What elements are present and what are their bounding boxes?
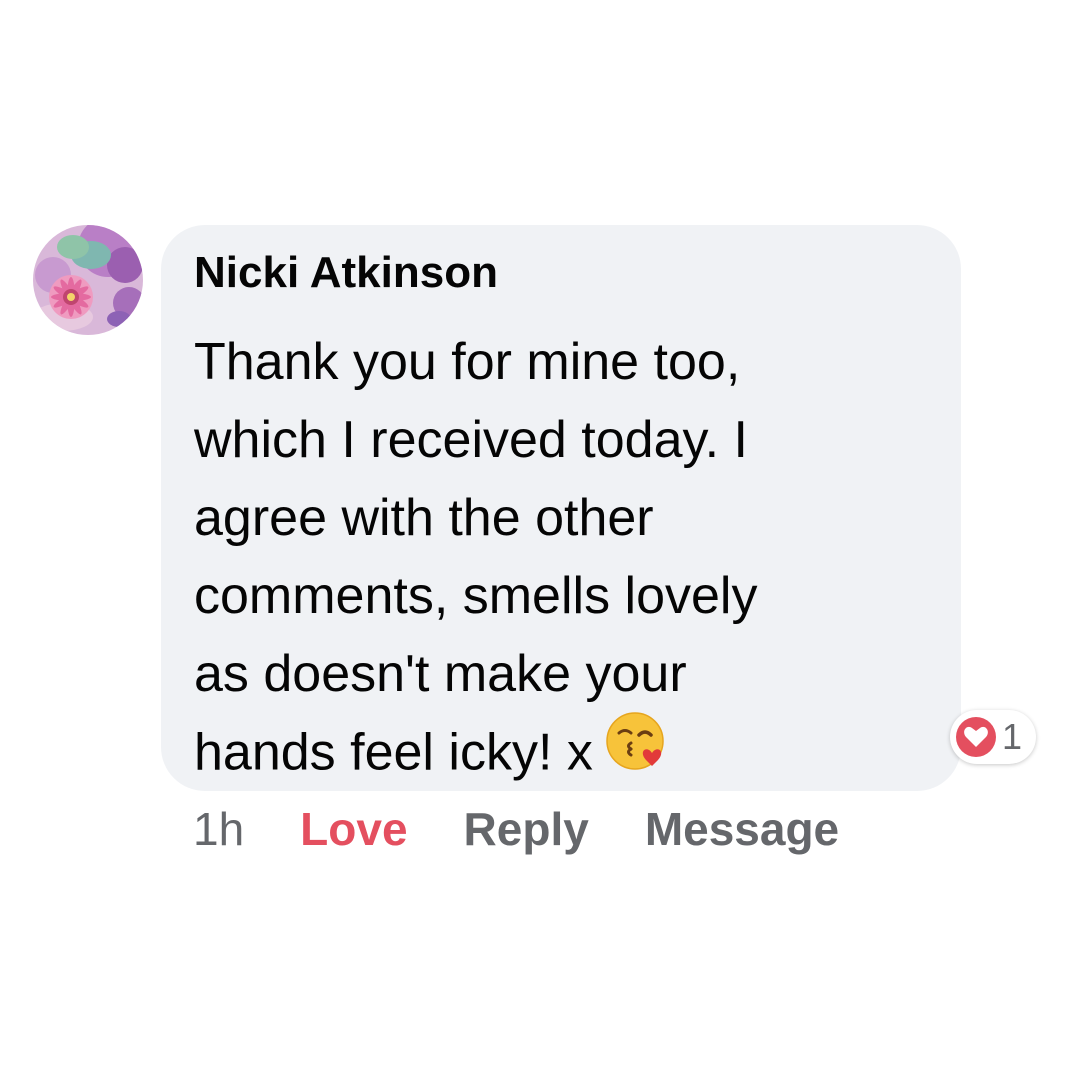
love-button[interactable]: Love bbox=[300, 806, 407, 852]
comment-view: Nicki Atkinson Thank you for mine too, w… bbox=[0, 0, 1080, 1080]
comment-body: Thank you for mine too, which I received… bbox=[194, 323, 924, 791]
comment-author[interactable]: Nicki Atkinson bbox=[194, 251, 498, 295]
reaction-count: 1 bbox=[1002, 716, 1023, 757]
comment-actions: 1h Love Reply Message bbox=[193, 806, 839, 852]
comment-line: Thank you for mine too, bbox=[194, 333, 741, 391]
floral-avatar-icon bbox=[33, 225, 143, 335]
comment-line: comments, smells lovely bbox=[194, 567, 758, 625]
comment-line: as doesn't make your bbox=[194, 645, 687, 703]
comment-line: agree with the other bbox=[194, 489, 654, 547]
message-button[interactable]: Message bbox=[645, 806, 839, 852]
heart-icon bbox=[956, 717, 996, 757]
comment-line-last: hands feel icky! x bbox=[194, 712, 924, 791]
comment-bubble[interactable]: Nicki Atkinson Thank you for mine too, w… bbox=[161, 225, 961, 791]
reply-button[interactable]: Reply bbox=[464, 806, 589, 852]
comment-line: which I received today. I bbox=[194, 411, 748, 469]
face-blowing-a-kiss-icon bbox=[605, 709, 669, 795]
comment-line-text: hands feel icky! x bbox=[194, 723, 593, 782]
comment-timestamp[interactable]: 1h bbox=[193, 806, 244, 852]
avatar[interactable] bbox=[33, 225, 143, 335]
reaction-summary[interactable]: 1 bbox=[950, 710, 1037, 764]
